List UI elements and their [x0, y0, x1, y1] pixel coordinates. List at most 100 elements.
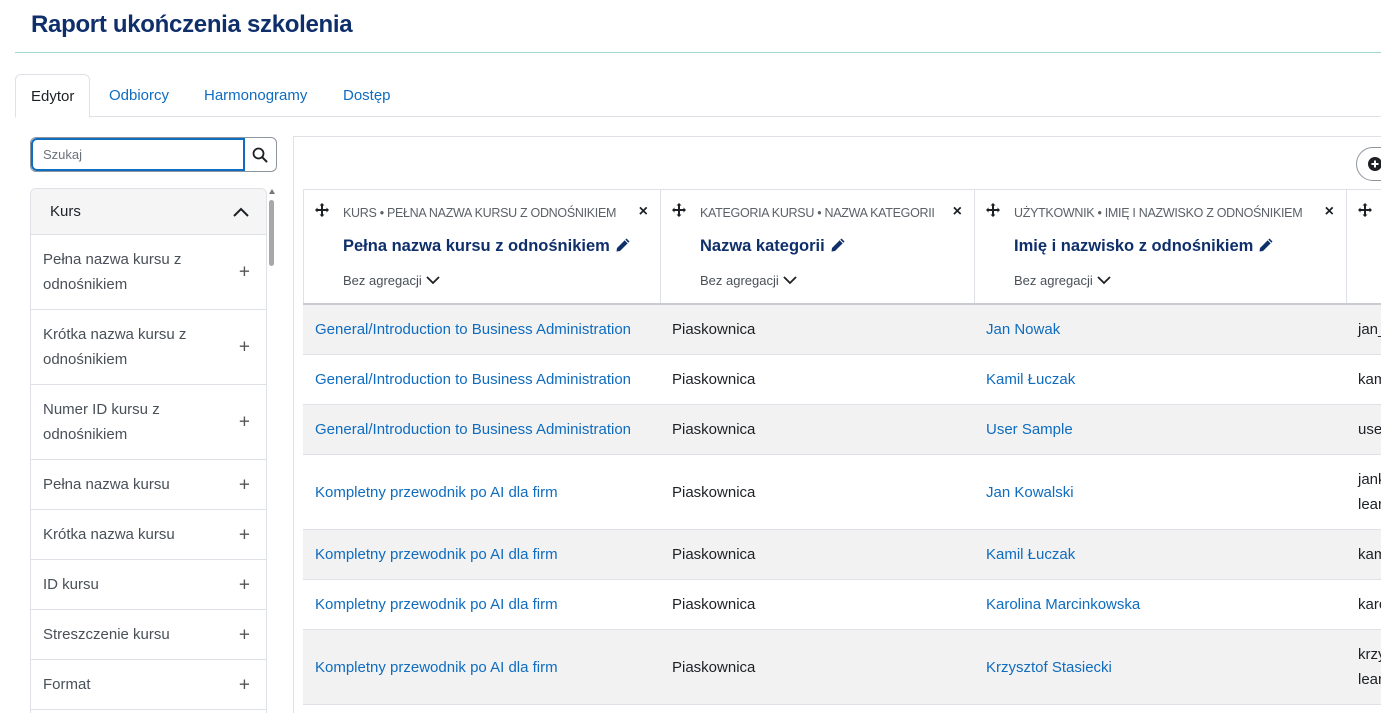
sidebar-item[interactable]: Format + — [31, 660, 266, 710]
sidebar-item[interactable]: ID kursu + — [31, 560, 266, 610]
sidebar-item[interactable]: Pełna nazwa kursu z odnośnikiem + — [31, 235, 266, 310]
category-cell: Piaskownica — [672, 371, 756, 388]
truncated-cell: use — [1358, 405, 1381, 454]
tab-schedules[interactable]: Harmonogramy — [204, 74, 307, 117]
close-icon[interactable]: × — [639, 203, 648, 221]
column-header[interactable]: KATEGORIA KURSU • NAZWA KATEGORII × Nazw… — [660, 189, 975, 304]
add-condition-button[interactable] — [1356, 147, 1381, 181]
course-link[interactable]: General/Introduction to Business Adminis… — [315, 355, 631, 404]
table-row: General/Introduction to Business Adminis… — [303, 355, 1381, 405]
truncated-line: lear — [1358, 671, 1381, 688]
aggregation-label: Bez agregacji — [343, 273, 422, 288]
page-title: Raport ukończenia szkolenia — [31, 11, 353, 38]
truncated-line: jank — [1358, 471, 1381, 488]
column-header[interactable]: UŻYTKOWNIK • IMIĘ I NAZWISKO Z ODNOŚNIKI… — [974, 189, 1347, 304]
truncated-line: karo — [1358, 596, 1381, 613]
chevron-up-icon[interactable] — [231, 203, 251, 223]
sidebar-item[interactable]: Numer ID kursu z odnośnikiem + — [31, 385, 266, 460]
user-link[interactable]: Jan Nowak — [986, 305, 1060, 354]
table-row: Kompletny przewodnik po AI dla firm Pias… — [303, 630, 1381, 705]
course-link[interactable]: General/Introduction to Business Adminis… — [315, 305, 631, 354]
user-link[interactable]: User Sample — [986, 405, 1073, 454]
sidebar-item[interactable]: Krótka nazwa kursu z odnośnikiem + — [31, 310, 266, 385]
sidebar-item-label: Pełna nazwa kursu — [43, 476, 170, 493]
column-title-text: Nazwa kategorii — [700, 237, 825, 255]
sidebar-scrollbar[interactable] — [268, 188, 276, 713]
pencil-icon[interactable] — [830, 237, 846, 253]
close-icon[interactable]: × — [953, 203, 962, 221]
course-link[interactable]: Kompletny przewodnik po AI dla firm — [315, 630, 558, 704]
user-link[interactable]: Krzysztof Stasiecki — [986, 630, 1112, 704]
course-link[interactable]: Kompletny przewodnik po AI dla firm — [315, 530, 558, 579]
table-row: Kompletny przewodnik po AI dla firm Pias… — [303, 530, 1381, 580]
chevron-down-icon — [426, 276, 440, 285]
column-source: UŻYTKOWNIK • IMIĘ I NAZWISKO Z ODNOŚNIKI… — [1014, 206, 1303, 220]
tab-access[interactable]: Dostęp — [343, 74, 391, 117]
tab-editor[interactable]: Edytor — [15, 74, 91, 118]
plus-icon[interactable]: + — [239, 338, 250, 357]
truncated-cell: jan_ — [1358, 305, 1381, 354]
truncated-line: lear — [1358, 496, 1381, 513]
aggregation-select[interactable]: Bez agregacji — [343, 273, 440, 288]
sidebar-item[interactable]: Pełna nazwa kursu + — [31, 460, 266, 510]
tab-recipients[interactable]: Odbiorcy — [109, 74, 169, 117]
category-cell: Piaskownica — [672, 658, 756, 676]
move-icon[interactable] — [314, 202, 330, 218]
user-link[interactable]: Jan Kowalski — [986, 455, 1074, 529]
column-header[interactable] — [1346, 189, 1381, 304]
truncated-cell: krzy lear — [1358, 630, 1381, 704]
truncated-line: kam — [1358, 546, 1381, 563]
chevron-down-icon — [783, 276, 797, 285]
truncated-cell: karo — [1358, 580, 1381, 629]
plus-icon[interactable]: + — [239, 575, 250, 594]
search-button[interactable] — [244, 138, 276, 171]
plus-icon[interactable]: + — [239, 413, 250, 432]
chevron-down-icon — [1097, 276, 1111, 285]
scroll-up-arrow-icon[interactable] — [269, 189, 275, 194]
pencil-icon[interactable] — [615, 237, 631, 253]
sidebar-item-label: Streszczenie kursu — [43, 626, 170, 643]
sidebar-item-label: Pełna nazwa kursu z odnośnikiem — [43, 251, 182, 293]
column-title-text: Pełna nazwa kursu z odnośnikiem — [343, 237, 610, 255]
category-cell: Piaskownica — [672, 546, 756, 563]
category-cell: Piaskownica — [672, 596, 756, 613]
course-link[interactable]: Kompletny przewodnik po AI dla firm — [315, 580, 558, 629]
close-icon[interactable]: × — [1325, 203, 1334, 221]
aggregation-select[interactable]: Bez agregacji — [700, 273, 797, 288]
sidebar-item-label: Numer ID kursu z odnośnikiem — [43, 401, 160, 443]
move-icon[interactable] — [671, 202, 687, 218]
truncated-line: use — [1358, 421, 1381, 438]
column-title-text: Imię i nazwisko z odnośnikiem — [1014, 237, 1254, 255]
truncated-cell: kam — [1358, 530, 1381, 579]
move-icon[interactable] — [985, 202, 1001, 218]
column-source: KURS • PEŁNA NAZWA KURSU Z ODNOŚNIKIEM — [343, 206, 617, 220]
column-source: KATEGORIA KURSU • NAZWA KATEGORII — [700, 206, 935, 220]
course-link[interactable]: General/Introduction to Business Adminis… — [315, 405, 631, 454]
plus-icon[interactable]: + — [239, 475, 250, 494]
plus-icon[interactable]: + — [239, 263, 250, 282]
sidebar-section-course[interactable]: Kurs — [31, 189, 266, 235]
column-title[interactable]: Nazwa kategorii — [700, 237, 846, 256]
search-input[interactable] — [31, 138, 245, 171]
column-title[interactable]: Imię i nazwisko z odnośnikiem — [1014, 237, 1274, 256]
column-header[interactable]: KURS • PEŁNA NAZWA KURSU Z ODNOŚNIKIEM ×… — [303, 189, 661, 304]
table-row: Kompletny przewodnik po AI dla firm Pias… — [303, 455, 1381, 530]
plus-icon[interactable]: + — [239, 625, 250, 644]
aggregation-select[interactable]: Bez agregacji — [1014, 273, 1111, 288]
course-link[interactable]: Kompletny przewodnik po AI dla firm — [315, 455, 558, 529]
tab-bar: Edytor Odbiorcy Harmonogramy Dostęp — [15, 74, 1381, 118]
category-cell: Piaskownica — [672, 483, 756, 501]
user-link[interactable]: Kamil Łuczak — [986, 355, 1075, 404]
plus-icon[interactable]: + — [239, 525, 250, 544]
plus-icon[interactable]: + — [239, 675, 250, 694]
user-link[interactable]: Kamil Łuczak — [986, 530, 1075, 579]
scrollbar-thumb[interactable] — [269, 200, 274, 266]
sidebar-item-label: Krótka nazwa kursu z odnośnikiem — [43, 326, 187, 368]
column-title[interactable]: Pełna nazwa kursu z odnośnikiem — [343, 237, 631, 256]
pencil-icon[interactable] — [1258, 237, 1274, 253]
user-link[interactable]: Karolina Marcinkowska — [986, 580, 1140, 629]
move-icon[interactable] — [1357, 202, 1373, 218]
sidebar-item[interactable]: Krótka nazwa kursu + — [31, 510, 266, 560]
sidebar-item[interactable]: Streszczenie kursu + — [31, 610, 266, 660]
table-row: General/Introduction to Business Adminis… — [303, 305, 1381, 355]
